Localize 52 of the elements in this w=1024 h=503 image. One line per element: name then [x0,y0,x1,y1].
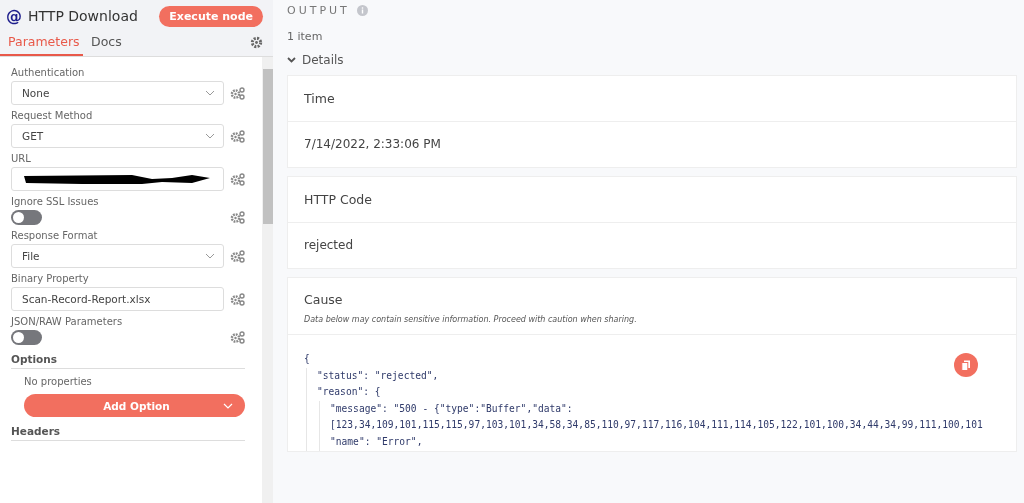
output-title: OUTPUT [287,3,350,17]
copy-icon [961,359,971,371]
item-count: 1 item [287,30,324,43]
warning-note: Data below may contain sensitive information. Proceed with caution when sharing. [304,315,638,324]
gears-icon[interactable] [230,211,245,224]
node-title: HTTP Download [28,8,139,24]
gears-icon[interactable] [230,86,245,100]
field-label: URL [11,153,32,164]
info-icon [356,4,368,16]
section-title: Options [11,353,245,369]
empty-text: No properties [23,375,93,387]
card-value: rejected [303,237,355,254]
code-line: { [304,352,310,366]
card-title: Cause [304,292,344,307]
gears-icon[interactable] [230,129,245,143]
field-label: Binary Property [11,273,90,284]
code-line: "reason": { [317,385,381,400]
card-title: Time [288,76,1016,122]
chevron-down-icon [205,253,215,259]
card-title: HTTP Code [288,177,1016,223]
toggle-switch[interactable] [11,330,42,345]
copy-button[interactable] [954,353,978,377]
select-field[interactable]: GET [11,124,224,148]
gears-icon[interactable] [230,172,245,186]
chevron-icon [287,57,296,63]
text-field[interactable] [11,167,224,191]
select-field[interactable]: None [11,81,224,105]
field-label: Response Format [11,230,99,241]
settings-icon[interactable] [250,35,263,49]
code-line: "status": "rejected", [317,368,439,383]
scrollbar[interactable] [262,57,273,503]
field-label: JSON/RAW Parameters [11,316,124,327]
gears-icon[interactable] [230,331,245,344]
code-line: [123,34,109,101,115,115,97,103,101,34,58,34,85,110,97,117,116,104,111,114,105,122,101,100,34,44,34,99,111,100,101 [330,418,983,433]
tab[interactable]: Docs [83,28,135,56]
at-sign-icon: @ [6,6,22,26]
chevron-down-icon [205,90,215,96]
field-label: Authentication [11,67,86,78]
details-toggle[interactable]: Details [287,53,1017,67]
text-field[interactable]: Scan-Record-Report.xlsx [11,287,224,311]
field-label: Request Method [11,110,94,121]
chevron-down-icon [223,402,233,409]
chevron-down-icon [205,133,215,139]
toggle-switch[interactable] [11,210,42,225]
field-label: Ignore SSL Issues [11,196,100,207]
card-value: 7/14/2022, 2:33:06 PM [303,136,442,153]
gears-icon[interactable] [230,292,245,306]
gears-icon[interactable] [230,249,245,263]
section-title: Headers [11,425,245,441]
code-line: "name": "Error", [330,434,423,449]
code-line: "message": "500 - {"type":"Buffer","data": [330,401,573,416]
select-field[interactable]: File [11,244,224,268]
